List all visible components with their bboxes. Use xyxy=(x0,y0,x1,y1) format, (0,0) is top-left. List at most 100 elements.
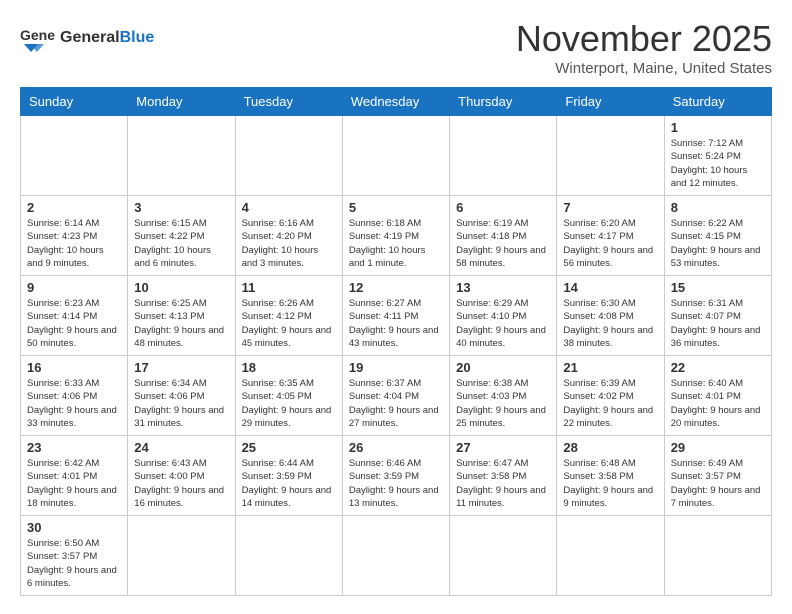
day-info: Sunrise: 6:20 AM Sunset: 4:17 PM Dayligh… xyxy=(563,217,657,270)
day-number: 20 xyxy=(456,360,550,375)
calendar-cell: 22 Sunrise: 6:40 AM Sunset: 4:01 PM Dayli… xyxy=(664,356,771,436)
logo-general: General xyxy=(60,29,120,46)
calendar-cell: 1 Sunrise: 7:12 AM Sunset: 5:24 PM Daylig… xyxy=(664,116,771,196)
day-info: Sunrise: 6:44 AM Sunset: 3:59 PM Dayligh… xyxy=(242,457,336,510)
calendar-cell xyxy=(450,516,557,596)
calendar-cell xyxy=(557,116,664,196)
day-info: Sunrise: 6:18 AM Sunset: 4:19 PM Dayligh… xyxy=(349,217,443,270)
day-number: 17 xyxy=(134,360,228,375)
calendar-week-0: 1 Sunrise: 7:12 AM Sunset: 5:24 PM Daylig… xyxy=(21,116,772,196)
day-info: Sunrise: 6:34 AM Sunset: 4:06 PM Dayligh… xyxy=(134,377,228,430)
day-info: Sunrise: 6:39 AM Sunset: 4:02 PM Dayligh… xyxy=(563,377,657,430)
calendar-week-1: 2 Sunrise: 6:14 AM Sunset: 4:23 PM Daylig… xyxy=(21,196,772,276)
calendar-cell: 3 Sunrise: 6:15 AM Sunset: 4:22 PM Daylig… xyxy=(128,196,235,276)
day-number: 2 xyxy=(27,200,121,215)
header-tuesday: Tuesday xyxy=(235,88,342,116)
day-number: 10 xyxy=(134,280,228,295)
day-info: Sunrise: 6:22 AM Sunset: 4:15 PM Dayligh… xyxy=(671,217,765,270)
calendar-cell: 15Sunrise: 6:31 AM Sunset: 4:07 PM Dayli… xyxy=(664,276,771,356)
day-number: 11 xyxy=(242,280,336,295)
header-wednesday: Wednesday xyxy=(342,88,449,116)
calendar-cell: 7 Sunrise: 6:20 AM Sunset: 4:17 PM Daylig… xyxy=(557,196,664,276)
day-number: 7 xyxy=(563,200,657,215)
day-info: Sunrise: 6:30 AM Sunset: 4:08 PM Dayligh… xyxy=(563,297,657,350)
day-info: Sunrise: 6:14 AM Sunset: 4:23 PM Dayligh… xyxy=(27,217,121,270)
calendar-cell: 13Sunrise: 6:29 AM Sunset: 4:10 PM Dayli… xyxy=(450,276,557,356)
calendar-week-3: 16 Sunrise: 6:33 AM Sunset: 4:06 PM Dayli… xyxy=(21,356,772,436)
calendar-cell: 19Sunrise: 6:37 AM Sunset: 4:04 PM Dayli… xyxy=(342,356,449,436)
location: Winterport, Maine, United States xyxy=(516,60,772,77)
svg-text:General: General xyxy=(20,27,56,43)
calendar-cell: 28 Sunrise: 6:48 AM Sunset: 3:58 PM Dayli… xyxy=(557,436,664,516)
day-number: 26 xyxy=(349,440,443,455)
calendar-cell: 2 Sunrise: 6:14 AM Sunset: 4:23 PM Daylig… xyxy=(21,196,128,276)
day-info: Sunrise: 6:23 AM Sunset: 4:14 PM Dayligh… xyxy=(27,297,121,350)
calendar-cell xyxy=(235,516,342,596)
day-info: Sunrise: 6:46 AM Sunset: 3:59 PM Dayligh… xyxy=(349,457,443,510)
calendar-cell: 24 Sunrise: 6:43 AM Sunset: 4:00 PM Dayli… xyxy=(128,436,235,516)
day-number: 18 xyxy=(242,360,336,375)
calendar-cell: 5 Sunrise: 6:18 AM Sunset: 4:19 PM Daylig… xyxy=(342,196,449,276)
day-info: Sunrise: 6:43 AM Sunset: 4:00 PM Dayligh… xyxy=(134,457,228,510)
calendar-cell: 25Sunrise: 6:44 AM Sunset: 3:59 PM Dayli… xyxy=(235,436,342,516)
calendar-cell: 12Sunrise: 6:27 AM Sunset: 4:11 PM Dayli… xyxy=(342,276,449,356)
header-friday: Friday xyxy=(557,88,664,116)
header-saturday: Saturday xyxy=(664,88,771,116)
day-info: Sunrise: 6:47 AM Sunset: 3:58 PM Dayligh… xyxy=(456,457,550,510)
day-info: Sunrise: 6:42 AM Sunset: 4:01 PM Dayligh… xyxy=(27,457,121,510)
calendar-week-5: 30Sunrise: 6:50 AM Sunset: 3:57 PM Dayli… xyxy=(21,516,772,596)
calendar-cell: 6Sunrise: 6:19 AM Sunset: 4:18 PM Daylig… xyxy=(450,196,557,276)
day-number: 5 xyxy=(349,200,443,215)
day-info: Sunrise: 6:33 AM Sunset: 4:06 PM Dayligh… xyxy=(27,377,121,430)
calendar-cell: 9Sunrise: 6:23 AM Sunset: 4:14 PM Daylig… xyxy=(21,276,128,356)
day-number: 27 xyxy=(456,440,550,455)
calendar-header-row: Sunday Monday Tuesday Wednesday Thursday… xyxy=(21,88,772,116)
calendar: Sunday Monday Tuesday Wednesday Thursday… xyxy=(20,87,772,596)
calendar-cell: 17 Sunrise: 6:34 AM Sunset: 4:06 PM Dayli… xyxy=(128,356,235,436)
calendar-cell xyxy=(557,516,664,596)
day-info: Sunrise: 6:27 AM Sunset: 4:11 PM Dayligh… xyxy=(349,297,443,350)
calendar-cell: 27 Sunrise: 6:47 AM Sunset: 3:58 PM Dayli… xyxy=(450,436,557,516)
day-number: 8 xyxy=(671,200,765,215)
day-info: Sunrise: 6:37 AM Sunset: 4:04 PM Dayligh… xyxy=(349,377,443,430)
day-number: 28 xyxy=(563,440,657,455)
day-number: 30 xyxy=(27,520,121,535)
day-number: 24 xyxy=(134,440,228,455)
logo-blue: Blue xyxy=(120,29,155,46)
header-monday: Monday xyxy=(128,88,235,116)
day-number: 23 xyxy=(27,440,121,455)
day-number: 16 xyxy=(27,360,121,375)
calendar-cell xyxy=(342,116,449,196)
calendar-cell: 21Sunrise: 6:39 AM Sunset: 4:02 PM Dayli… xyxy=(557,356,664,436)
header-thursday: Thursday xyxy=(450,88,557,116)
calendar-cell: 20Sunrise: 6:38 AM Sunset: 4:03 PM Dayli… xyxy=(450,356,557,436)
day-info: Sunrise: 6:25 AM Sunset: 4:13 PM Dayligh… xyxy=(134,297,228,350)
calendar-cell: 23 Sunrise: 6:42 AM Sunset: 4:01 PM Dayli… xyxy=(21,436,128,516)
day-info: Sunrise: 6:40 AM Sunset: 4:01 PM Dayligh… xyxy=(671,377,765,430)
day-number: 3 xyxy=(134,200,228,215)
calendar-cell xyxy=(21,116,128,196)
day-info: Sunrise: 6:15 AM Sunset: 4:22 PM Dayligh… xyxy=(134,217,228,270)
title-section: November 2025 Winterport, Maine, United … xyxy=(516,18,772,77)
day-number: 13 xyxy=(456,280,550,295)
calendar-week-2: 9Sunrise: 6:23 AM Sunset: 4:14 PM Daylig… xyxy=(21,276,772,356)
day-number: 14 xyxy=(563,280,657,295)
calendar-cell: 16 Sunrise: 6:33 AM Sunset: 4:06 PM Dayli… xyxy=(21,356,128,436)
day-number: 6 xyxy=(456,200,550,215)
calendar-cell: 30Sunrise: 6:50 AM Sunset: 3:57 PM Dayli… xyxy=(21,516,128,596)
header-sunday: Sunday xyxy=(21,88,128,116)
day-info: Sunrise: 7:12 AM Sunset: 5:24 PM Dayligh… xyxy=(671,137,765,190)
calendar-cell: 14 Sunrise: 6:30 AM Sunset: 4:08 PM Dayli… xyxy=(557,276,664,356)
page: General GeneralBlue November 2025 Winter… xyxy=(0,0,792,614)
calendar-cell: 10 Sunrise: 6:25 AM Sunset: 4:13 PM Dayli… xyxy=(128,276,235,356)
calendar-cell: 4Sunrise: 6:16 AM Sunset: 4:20 PM Daylig… xyxy=(235,196,342,276)
header: General GeneralBlue November 2025 Winter… xyxy=(20,18,772,77)
calendar-cell: 18Sunrise: 6:35 AM Sunset: 4:05 PM Dayli… xyxy=(235,356,342,436)
day-number: 1 xyxy=(671,120,765,135)
day-info: Sunrise: 6:48 AM Sunset: 3:58 PM Dayligh… xyxy=(563,457,657,510)
calendar-cell xyxy=(664,516,771,596)
day-number: 22 xyxy=(671,360,765,375)
calendar-cell: 8 Sunrise: 6:22 AM Sunset: 4:15 PM Daylig… xyxy=(664,196,771,276)
calendar-cell xyxy=(235,116,342,196)
calendar-cell xyxy=(128,516,235,596)
